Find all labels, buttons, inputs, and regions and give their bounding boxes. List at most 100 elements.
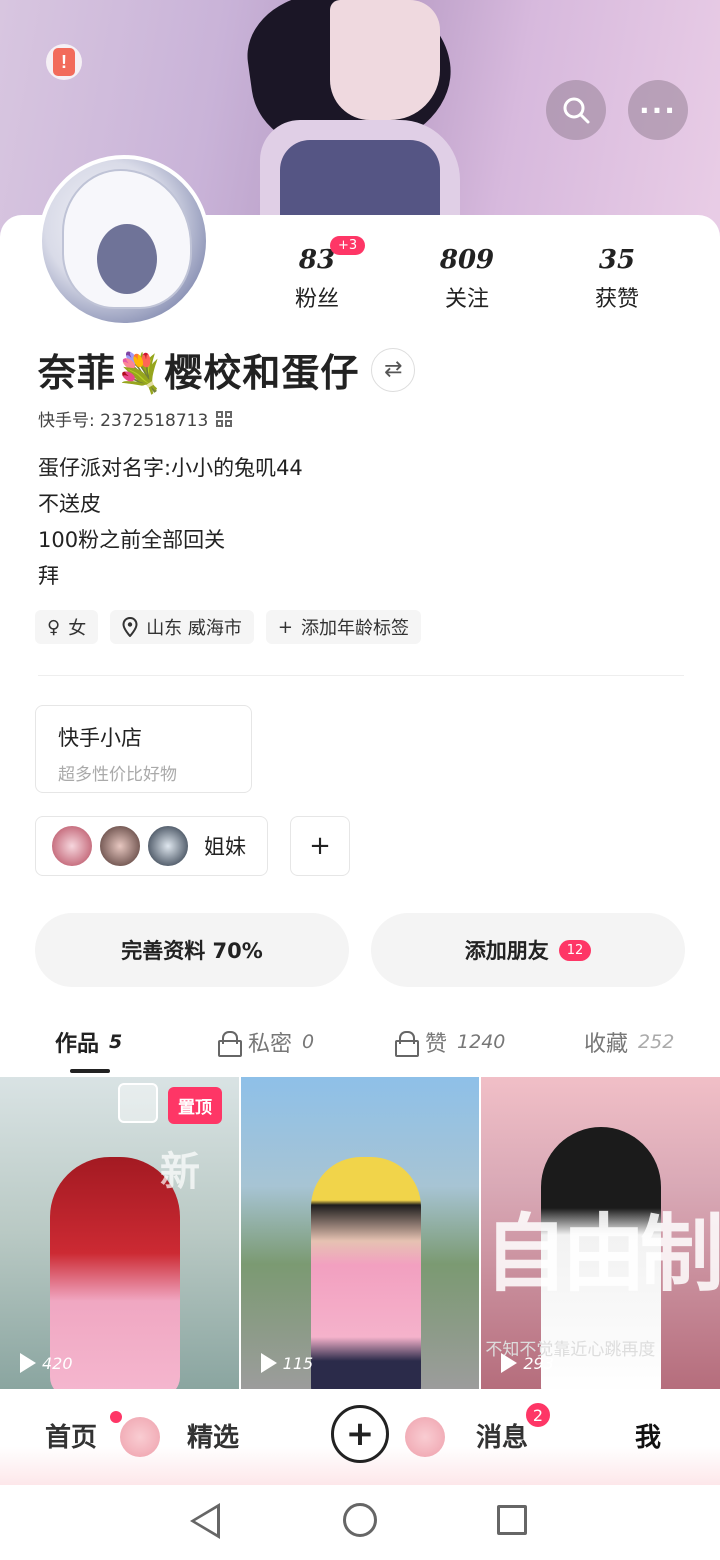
messages-badge: 2 — [524, 1401, 552, 1429]
home-notification-dot — [110, 1411, 122, 1423]
location-pin-icon — [122, 617, 138, 637]
play-icon — [501, 1353, 518, 1373]
qr-code-icon — [118, 1083, 158, 1123]
more-button[interactable]: ··· — [628, 80, 688, 140]
divider — [38, 675, 684, 676]
kuaishou-id-text: 快手号: 2372518713 — [38, 411, 209, 431]
play-count-value: 420 — [42, 1353, 73, 1373]
tab-private-count: 0 — [302, 1031, 315, 1053]
fans-new-badge: +3 — [330, 236, 366, 255]
friend-avatar — [98, 824, 142, 868]
shop-title: 快手小店 — [58, 726, 142, 750]
tab-favorites[interactable]: 收藏 252 — [584, 1026, 674, 1058]
warning-icon: ! — [53, 48, 75, 76]
tab-favorites-label: 收藏 — [584, 1032, 629, 1057]
lock-icon — [395, 1031, 419, 1057]
tab-works-count: 5 — [109, 1031, 123, 1053]
nav-messages[interactable]: 消息 — [476, 1417, 528, 1454]
complete-profile-label: 完善资料 70% — [121, 939, 263, 963]
tab-private-label: 私密 — [248, 1032, 293, 1057]
sisters-group[interactable]: 姐妹 — [35, 816, 268, 876]
add-friend-label: 添加朋友 — [464, 939, 549, 963]
play-count-value: 115 — [282, 1353, 314, 1373]
search-button[interactable] — [546, 80, 606, 140]
stat-following[interactable]: 809 关注 — [412, 245, 522, 313]
nav-featured[interactable]: 精选 — [187, 1417, 239, 1454]
video-card[interactable]: 新 置顶 420 — [0, 1077, 239, 1389]
add-relation-button[interactable]: + — [290, 816, 350, 876]
tab-private[interactable]: 私密 0 — [218, 1026, 314, 1058]
switch-account-button[interactable]: ⇄ — [371, 347, 416, 392]
add-friend-button[interactable]: 添加朋友 12 — [371, 913, 685, 987]
stat-likes[interactable]: 35 获赞 — [562, 245, 672, 313]
video-card[interactable]: 自由制 不知不觉靠近心跳再度 293 — [481, 1077, 720, 1389]
tab-liked-count: 1240 — [457, 1031, 506, 1053]
stat-fans-label: 粉丝 — [294, 287, 339, 312]
bio-line: 不送皮 — [38, 492, 101, 516]
stat-likes-label: 获赞 — [594, 287, 639, 312]
gender-tag-label: 女 — [68, 618, 87, 639]
decoration-icon — [405, 1417, 445, 1457]
stat-following-count: 809 — [439, 245, 495, 275]
play-count: 420 — [20, 1353, 73, 1373]
stat-fans[interactable]: 83 粉丝 — [262, 245, 372, 313]
location-tag-label: 山东 威海市 — [146, 618, 242, 639]
bio-line: 蛋仔派对名字:小小的兔叽44 — [38, 456, 303, 480]
female-icon: ♀ — [47, 616, 61, 638]
tab-liked-label: 赞 — [425, 1032, 448, 1057]
recent-apps-icon[interactable] — [497, 1505, 527, 1535]
create-button[interactable]: + — [331, 1405, 389, 1463]
cover-figure-face — [330, 0, 440, 120]
play-count-value: 293 — [523, 1353, 554, 1373]
plus-icon: + — [345, 1414, 375, 1454]
profile-tags: ♀ 女 山东 威海市 + 添加年龄标签 — [35, 610, 422, 644]
friend-avatar — [50, 824, 94, 868]
video-grid: 新 置顶 420 115 自由制 不知不觉靠近心跳再度 293 — [0, 1077, 720, 1389]
decoration-icon — [120, 1417, 160, 1457]
shop-subtitle: 超多性价比好物 — [58, 765, 177, 785]
tab-works[interactable]: 作品 5 — [55, 1026, 122, 1058]
qr-code-icon[interactable] — [216, 410, 233, 427]
gender-tag[interactable]: ♀ 女 — [35, 610, 99, 644]
bottom-nav: 首页 精选 + 消息 2 我 — [0, 1389, 720, 1485]
pinned-badge: 置顶 — [168, 1087, 222, 1124]
complete-profile-button[interactable]: 完善资料 70% — [35, 913, 349, 987]
home-icon[interactable] — [343, 1503, 377, 1537]
name-row: 奈菲💐樱校和蛋仔 ⇄ — [38, 342, 416, 397]
video-thumbnail-figure — [310, 1157, 421, 1389]
avatar[interactable] — [38, 155, 210, 327]
tab-liked[interactable]: 赞 1240 — [395, 1026, 505, 1058]
add-age-tag-label: 添加年龄标签 — [301, 618, 410, 639]
sisters-label: 姐妹 — [204, 835, 246, 859]
kuaishou-shop-card[interactable]: 快手小店 超多性价比好物 — [35, 705, 252, 793]
stat-likes-count: 35 — [598, 245, 636, 275]
swap-icon: ⇄ — [384, 357, 403, 382]
content-tabs: 作品 5 私密 0 赞 1240 收藏 252 — [0, 1020, 720, 1070]
stat-following-label: 关注 — [444, 287, 489, 312]
friend-avatar — [146, 824, 190, 868]
bio: 蛋仔派对名字:小小的兔叽44 不送皮 100粉之前全部回关 拜 — [38, 450, 303, 594]
tab-works-label: 作品 — [55, 1032, 100, 1057]
nav-me[interactable]: 我 — [635, 1417, 661, 1454]
kuaishou-id[interactable]: 快手号: 2372518713 — [38, 406, 233, 431]
profile-name: 奈菲💐樱校和蛋仔 — [38, 351, 360, 395]
tab-favorites-count: 252 — [638, 1031, 675, 1053]
search-icon — [563, 97, 590, 124]
video-overlay-text: 自由制 — [483, 1205, 720, 1303]
alert-badge[interactable]: ! — [46, 44, 82, 80]
video-overlay-text: 新 — [160, 1149, 200, 1195]
plus-icon: + — [277, 616, 294, 638]
play-icon — [260, 1353, 277, 1373]
bio-line: 100粉之前全部回关 — [38, 528, 226, 552]
play-count: 293 — [501, 1353, 554, 1373]
nav-home[interactable]: 首页 — [45, 1417, 97, 1454]
avatar-face — [97, 224, 157, 294]
add-age-tag[interactable]: + 添加年龄标签 — [265, 610, 422, 644]
more-icon: ··· — [639, 93, 677, 127]
location-tag[interactable]: 山东 威海市 — [110, 610, 254, 644]
video-card[interactable]: 115 — [240, 1077, 480, 1389]
back-icon[interactable] — [190, 1503, 220, 1539]
play-icon — [20, 1353, 36, 1373]
bio-line: 拜 — [38, 564, 59, 588]
plus-icon: + — [309, 831, 331, 861]
